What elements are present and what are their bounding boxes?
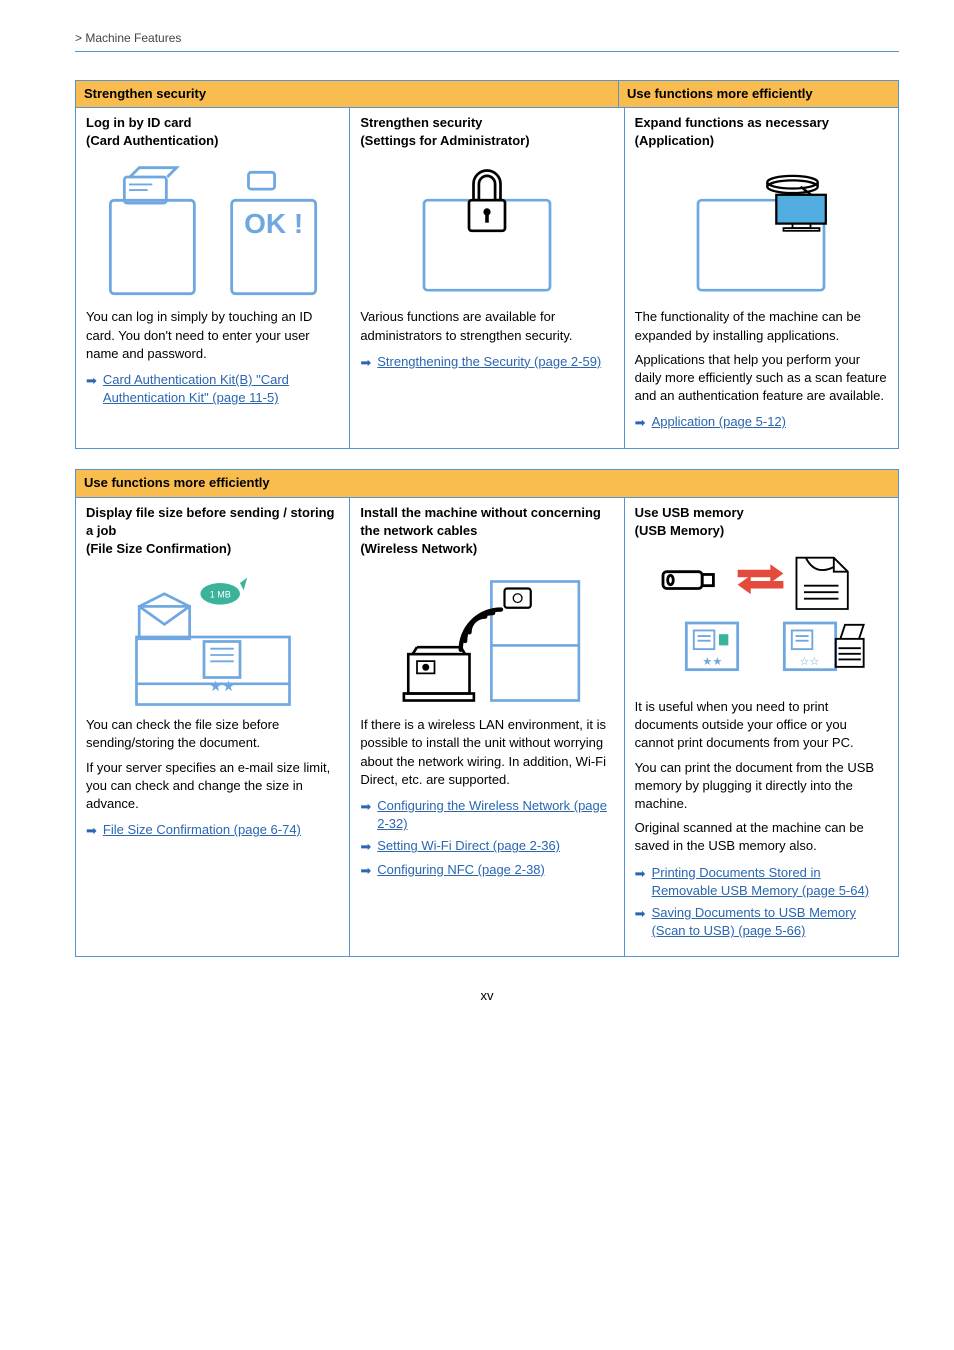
title-line1: Use USB memory	[635, 505, 744, 520]
header-rule	[75, 51, 899, 52]
svg-text:1 MB: 1 MB	[209, 589, 230, 599]
link-arrow-icon: ➡	[635, 905, 646, 923]
svg-text:★★: ★★	[209, 679, 235, 695]
box1-header-left: Strengthen security	[76, 81, 619, 107]
cell-card-auth: Log in by ID card (Card Authentication)	[76, 108, 350, 449]
link-print-usb-docs[interactable]: Printing Documents Stored in Removable U…	[652, 864, 888, 900]
box-use-efficiently: Use functions more efficiently Display f…	[75, 469, 899, 957]
link-arrow-icon: ➡	[86, 372, 97, 390]
desc: If your server specifies an e-mail size …	[86, 759, 339, 814]
title-line2: (File Size Confirmation)	[86, 541, 231, 556]
cell-title: Use USB memory (USB Memory)	[635, 504, 888, 540]
desc: Various functions are available for admi…	[360, 308, 613, 344]
link-arrow-icon: ➡	[635, 865, 646, 883]
cell-file-size: Display file size before sending / stori…	[76, 498, 350, 957]
link-configure-nfc[interactable]: Configuring NFC (page 2-38)	[377, 861, 545, 879]
desc: Original scanned at the machine can be s…	[635, 819, 888, 855]
illustration-wireless	[360, 566, 613, 716]
link-scan-to-usb[interactable]: Saving Documents to USB Memory (Scan to …	[652, 904, 888, 940]
link-arrow-icon: ➡	[86, 822, 97, 840]
link-arrow-icon: ➡	[360, 862, 371, 880]
illustration-card-auth: OK !	[86, 158, 339, 308]
cell-wireless: Install the machine without concerning t…	[350, 498, 624, 957]
link-arrow-icon: ➡	[360, 838, 371, 856]
desc: You can check the file size before sendi…	[86, 716, 339, 752]
cell-title: Install the machine without concerning t…	[360, 504, 613, 559]
box1-header-right: Use functions more efficiently	[619, 81, 898, 107]
desc: It is useful when you need to print docu…	[635, 698, 888, 753]
svg-text:☆☆: ☆☆	[800, 656, 820, 668]
cell-usb-memory: Use USB memory (USB Memory)	[625, 498, 898, 957]
breadcrumb: > Machine Features	[75, 30, 899, 47]
title-line1: Expand functions as necessary	[635, 115, 829, 130]
box-strengthen-security: Strengthen security Use functions more e…	[75, 80, 899, 450]
link-file-size-confirm[interactable]: File Size Confirmation (page 6-74)	[103, 821, 301, 839]
cell-admin-security: Strengthen security (Settings for Admini…	[350, 108, 624, 449]
cell-title: Expand functions as necessary (Applicati…	[635, 114, 888, 150]
link-arrow-icon: ➡	[360, 798, 371, 816]
illustration-admin-lock	[360, 158, 613, 308]
link-arrow-icon: ➡	[635, 414, 646, 432]
title-line2: (USB Memory)	[635, 523, 725, 538]
link-arrow-icon: ➡	[360, 354, 371, 372]
title-line2: (Wireless Network)	[360, 541, 477, 556]
link-application[interactable]: Application (page 5-12)	[652, 413, 786, 431]
cell-expand-app: Expand functions as necessary (Applicati…	[625, 108, 898, 449]
link-strengthen-security[interactable]: Strengthening the Security (page 2-59)	[377, 353, 601, 371]
title-line2: (Application)	[635, 133, 714, 148]
illustration-file-size: 1 MB ★★	[86, 566, 339, 716]
desc: If there is a wireless LAN environment, …	[360, 716, 613, 789]
link-card-auth-kit[interactable]: Card Authentication Kit(B) "Card Authent…	[103, 371, 339, 407]
title-line1: Strengthen security	[360, 115, 482, 130]
desc: You can log in simply by touching an ID …	[86, 308, 339, 363]
desc: The functionality of the machine can be …	[635, 308, 888, 344]
title-line1: Install the machine without concerning t…	[360, 505, 601, 538]
page-number: xv	[75, 987, 899, 1005]
svg-text:★★: ★★	[703, 656, 723, 668]
svg-text:OK !: OK !	[244, 208, 303, 239]
title-line1: Log in by ID card	[86, 115, 191, 130]
title-line1: Display file size before sending / stori…	[86, 505, 335, 538]
cell-title: Display file size before sending / stori…	[86, 504, 339, 559]
desc: Applications that help you perform your …	[635, 351, 888, 406]
title-line2: (Settings for Administrator)	[360, 133, 529, 148]
cell-title: Strengthen security (Settings for Admini…	[360, 114, 613, 150]
illustration-usb: ★★ ☆☆	[635, 548, 888, 698]
illustration-application	[635, 158, 888, 308]
title-line2: (Card Authentication)	[86, 133, 218, 148]
box2-header: Use functions more efficiently	[76, 470, 898, 496]
desc: You can print the document from the USB …	[635, 759, 888, 814]
link-wifi-direct[interactable]: Setting Wi-Fi Direct (page 2-36)	[377, 837, 560, 855]
cell-title: Log in by ID card (Card Authentication)	[86, 114, 339, 150]
link-configure-wireless[interactable]: Configuring the Wireless Network (page 2…	[377, 797, 613, 833]
